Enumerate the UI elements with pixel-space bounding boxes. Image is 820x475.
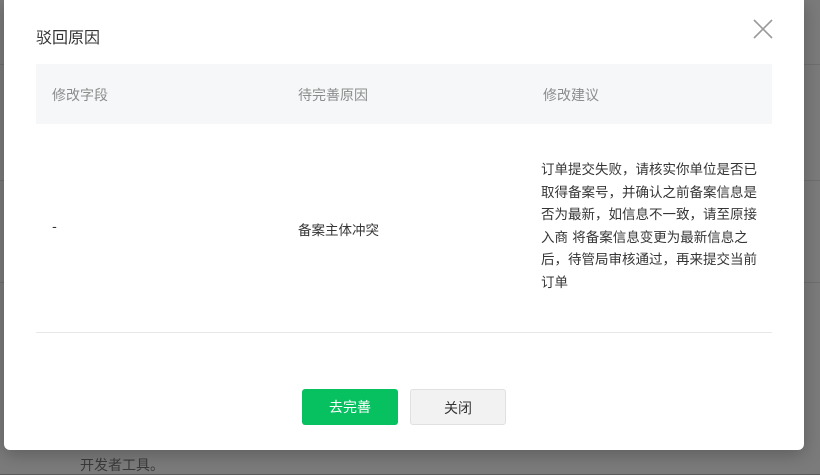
column-header-reason: 待完善原因 bbox=[298, 88, 368, 104]
cell-field: - bbox=[52, 219, 57, 235]
column-header-suggestion: 修改建议 bbox=[543, 88, 599, 104]
background-text: 开发者工具。 bbox=[80, 458, 164, 474]
column-header-field: 修改字段 bbox=[52, 88, 108, 104]
dialog-title: 驳回原因 bbox=[36, 28, 101, 47]
reject-reason-dialog: 驳回原因 修改字段 待完善原因 修改建议 - 备案主体冲突 订单提交失败，请核实… bbox=[4, 0, 804, 450]
complete-button[interactable]: 去完善 bbox=[302, 389, 398, 425]
cell-reason: 备案主体冲突 bbox=[298, 223, 379, 239]
table-header: 修改字段 待完善原因 修改建议 bbox=[36, 64, 772, 124]
cell-suggestion: 订单提交失败，请核实你单位是否已取得备案号，并确认之前备案信息是否为最新，如信息… bbox=[541, 162, 757, 291]
close-icon[interactable] bbox=[752, 18, 774, 40]
close-button[interactable]: 关闭 bbox=[410, 389, 506, 425]
row-divider bbox=[36, 332, 772, 333]
